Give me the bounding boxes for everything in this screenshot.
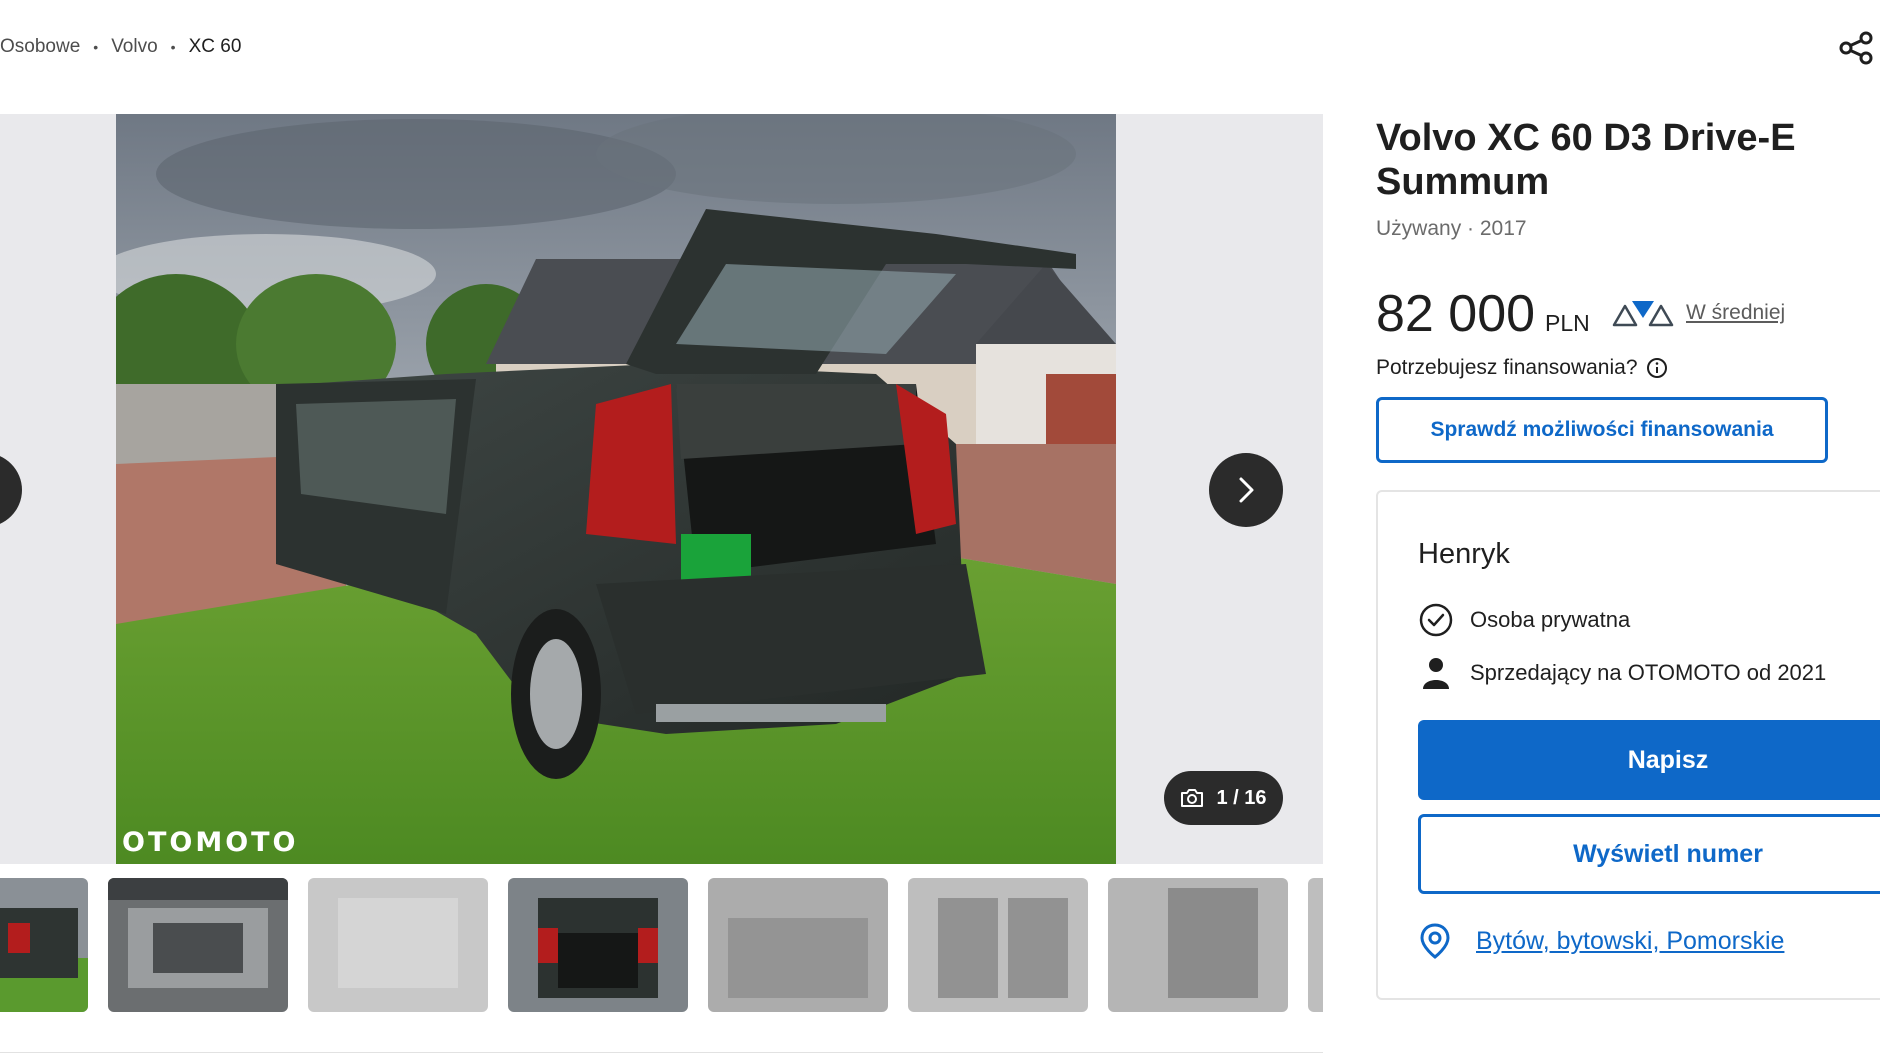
thumbnail[interactable] (108, 878, 288, 1012)
thumbnail[interactable] (308, 878, 488, 1012)
price-evaluation[interactable]: W średniej (1612, 298, 1785, 328)
main-photo[interactable]: OTOMOTO (116, 114, 1116, 864)
thumbnail[interactable] (508, 878, 688, 1012)
photo-counter-text: 1 / 16 (1216, 786, 1267, 809)
finance-question: Potrzebujesz finansowania? (1376, 356, 1668, 380)
price-currency: PLN (1545, 310, 1590, 336)
location-link[interactable]: Bytów, bytowski, Pomorskie (1476, 927, 1784, 956)
breadcrumb-separator: • (93, 39, 99, 55)
seller-type-text: Osoba prywatna (1470, 607, 1631, 632)
thumbnail[interactable] (0, 878, 88, 1012)
breadcrumb-xc60: XC 60 (188, 36, 242, 57)
price: 82 000 PLN (1376, 284, 1590, 344)
check-circle-icon (1419, 603, 1453, 637)
camera-icon (1181, 789, 1204, 807)
thumbnail-strip (0, 878, 1323, 1012)
check-financing-button[interactable]: Sprawdź możliwości finansowania (1376, 397, 1828, 463)
seller-name: Henryk (1418, 538, 1510, 570)
next-photo-button[interactable] (1209, 453, 1283, 527)
thumbnail[interactable] (908, 878, 1088, 1012)
photo-counter[interactable]: 1 / 16 (1164, 771, 1283, 825)
seller-type: Osoba prywatna (1418, 602, 1630, 638)
breadcrumb: Osobowe • Volvo • XC 60 (0, 36, 241, 58)
thumbnail[interactable] (1308, 878, 1323, 1012)
breadcrumb-volvo[interactable]: Volvo (111, 36, 157, 58)
thumbnail[interactable] (1108, 878, 1288, 1012)
chevron-right-icon (1239, 477, 1254, 503)
breadcrumb-separator: • (170, 39, 176, 55)
price-value: 82 000 (1376, 285, 1536, 343)
share-icon (1839, 31, 1873, 65)
seller-location: Bytów, bytowski, Pomorskie (1418, 922, 1784, 960)
listing-meta: Używany · 2017 (1376, 217, 1527, 240)
seller-card: Henryk Osoba prywatna Sprzedający na OTO… (1376, 490, 1880, 1000)
seller-since: Sprzedający na OTOMOTO od 2021 (1418, 655, 1826, 691)
price-evaluation-link[interactable]: W średniej (1686, 301, 1785, 325)
previous-photo-button[interactable] (0, 453, 22, 527)
show-phone-button[interactable]: Wyświetl numer (1418, 814, 1880, 894)
user-icon (1423, 658, 1449, 689)
price-indicator-icon (1612, 301, 1674, 327)
car-photo (116, 114, 1116, 864)
seller-since-text: Sprzedający na OTOMOTO od 2021 (1470, 660, 1827, 685)
divider (0, 1052, 1323, 1053)
breadcrumb-osobowe[interactable]: Osobowe (0, 36, 80, 58)
photo-gallery: OTOMOTO 1 / 16 (0, 114, 1323, 864)
otomoto-watermark: OTOMOTO (122, 827, 299, 858)
finance-question-text: Potrzebujesz finansowania? (1376, 356, 1638, 379)
write-message-button[interactable]: Napisz (1418, 720, 1880, 800)
share-button[interactable] (1836, 28, 1876, 68)
location-pin-icon (1420, 923, 1450, 959)
thumbnail[interactable] (708, 878, 888, 1012)
info-icon[interactable] (1646, 357, 1668, 379)
listing-title: Volvo XC 60 D3 Drive-E Summum (1376, 117, 1796, 203)
